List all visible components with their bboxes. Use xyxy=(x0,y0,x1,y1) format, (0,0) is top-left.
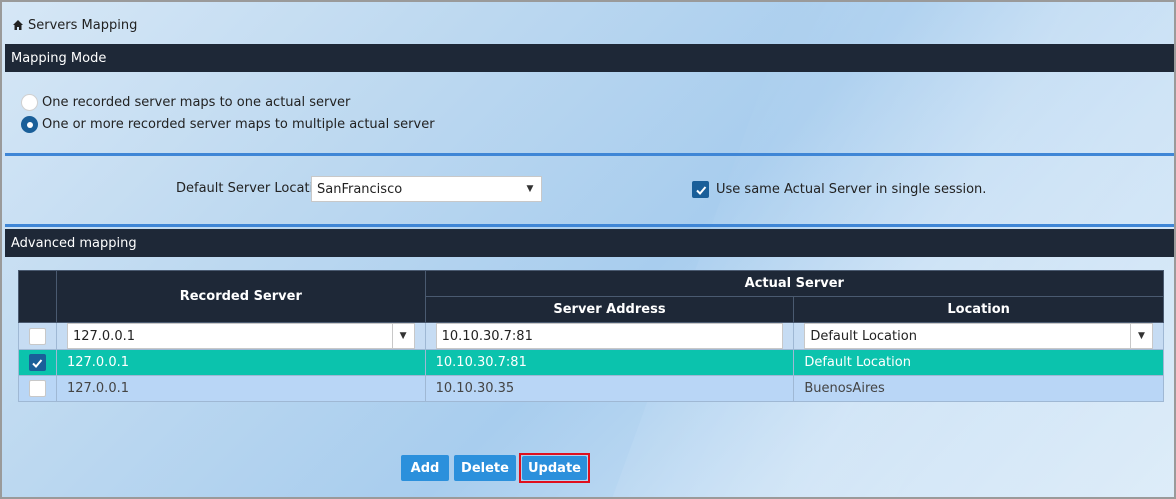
location-value: Default Location xyxy=(810,328,917,344)
update-button[interactable]: Update xyxy=(522,456,587,480)
recorded-server-select[interactable]: 127.0.0.1 ▼ xyxy=(66,323,415,349)
default-location-select[interactable]: SanFrancisco ▼ xyxy=(311,176,542,202)
server-address-cell: 10.10.30.7:81 xyxy=(424,349,795,376)
edit-location-cell: Default Location ▼ xyxy=(793,322,1164,350)
mapping-mode-title: Mapping Mode xyxy=(11,50,107,66)
server-address-cell: 10.10.30.35 xyxy=(424,375,795,402)
same-server-checkbox[interactable] xyxy=(692,181,709,198)
chevron-down-icon[interactable]: ▼ xyxy=(1130,324,1152,348)
edit-address-cell: 10.10.30.7:81 xyxy=(424,322,795,350)
mapping-mode-header: Mapping Mode xyxy=(5,44,1174,72)
table-edit-row: 127.0.0.1 ▼ 10.10.30.7:81 Default Locati… xyxy=(18,322,1164,350)
server-address-input[interactable]: 10.10.30.7:81 xyxy=(435,323,784,349)
advanced-mapping-title: Advanced mapping xyxy=(11,235,137,251)
row-select-cell xyxy=(18,349,57,376)
actual-server-header: Actual Server xyxy=(424,270,1165,297)
row-checkbox[interactable] xyxy=(28,327,46,345)
same-server-label: Use same Actual Server in single session… xyxy=(716,182,987,197)
recorded-server-cell: 127.0.0.1 xyxy=(55,349,426,376)
same-server-option[interactable]: Use same Actual Server in single session… xyxy=(692,181,986,198)
location-select[interactable]: Default Location ▼ xyxy=(804,323,1153,349)
location-header: Location xyxy=(793,296,1164,323)
table-row[interactable]: 127.0.0.1 10.10.30.35 BuenosAires xyxy=(18,375,1164,402)
chevron-down-icon[interactable]: ▼ xyxy=(391,324,414,348)
row-select-cell xyxy=(18,375,57,402)
radio-button-selected-icon[interactable] xyxy=(21,116,38,133)
row-checkbox[interactable] xyxy=(28,354,46,371)
page-title: Servers Mapping xyxy=(28,17,138,33)
table-row[interactable]: 127.0.0.1 10.10.30.7:81 Default Location xyxy=(18,349,1164,376)
default-location-value: SanFrancisco xyxy=(317,181,403,197)
breadcrumb: Servers Mapping xyxy=(12,16,137,34)
server-address-header: Server Address xyxy=(424,296,795,323)
edit-recorded-cell: 127.0.0.1 ▼ xyxy=(55,322,426,350)
radio-button-icon[interactable] xyxy=(21,94,38,111)
row-checkbox[interactable] xyxy=(28,380,46,397)
location-cell: BuenosAires xyxy=(793,375,1164,402)
home-icon xyxy=(13,20,23,30)
radio-one-to-many-label: One or more recorded server maps to mult… xyxy=(42,117,435,132)
mapping-table: Recorded Server Actual Server Server Add… xyxy=(18,270,1165,402)
default-location-label: Default Server Location xyxy=(176,181,330,196)
checkmark-icon xyxy=(32,358,43,368)
server-address-value: 10.10.30.7:81 xyxy=(441,328,533,344)
add-button[interactable]: Add xyxy=(401,455,449,481)
edit-row-select-cell xyxy=(18,322,57,350)
recorded-server-value: 127.0.0.1 xyxy=(72,328,135,344)
location-cell: Default Location xyxy=(793,349,1164,376)
radio-one-to-many[interactable]: One or more recorded server maps to mult… xyxy=(21,116,435,133)
recorded-server-cell: 127.0.0.1 xyxy=(55,375,426,402)
chevron-down-icon[interactable]: ▼ xyxy=(519,177,541,201)
section-divider xyxy=(5,224,1174,227)
recorded-server-header: Recorded Server xyxy=(55,270,426,323)
radio-one-to-one-label: One recorded server maps to one actual s… xyxy=(42,95,351,110)
delete-button[interactable]: Delete xyxy=(454,455,516,481)
select-column-header xyxy=(18,270,57,323)
radio-one-to-one[interactable]: One recorded server maps to one actual s… xyxy=(21,94,350,111)
advanced-mapping-header: Advanced mapping xyxy=(5,229,1174,257)
section-divider xyxy=(5,153,1174,156)
servers-mapping-panel: Servers Mapping Mapping Mode One recorde… xyxy=(0,0,1176,499)
checkmark-icon xyxy=(695,185,706,195)
